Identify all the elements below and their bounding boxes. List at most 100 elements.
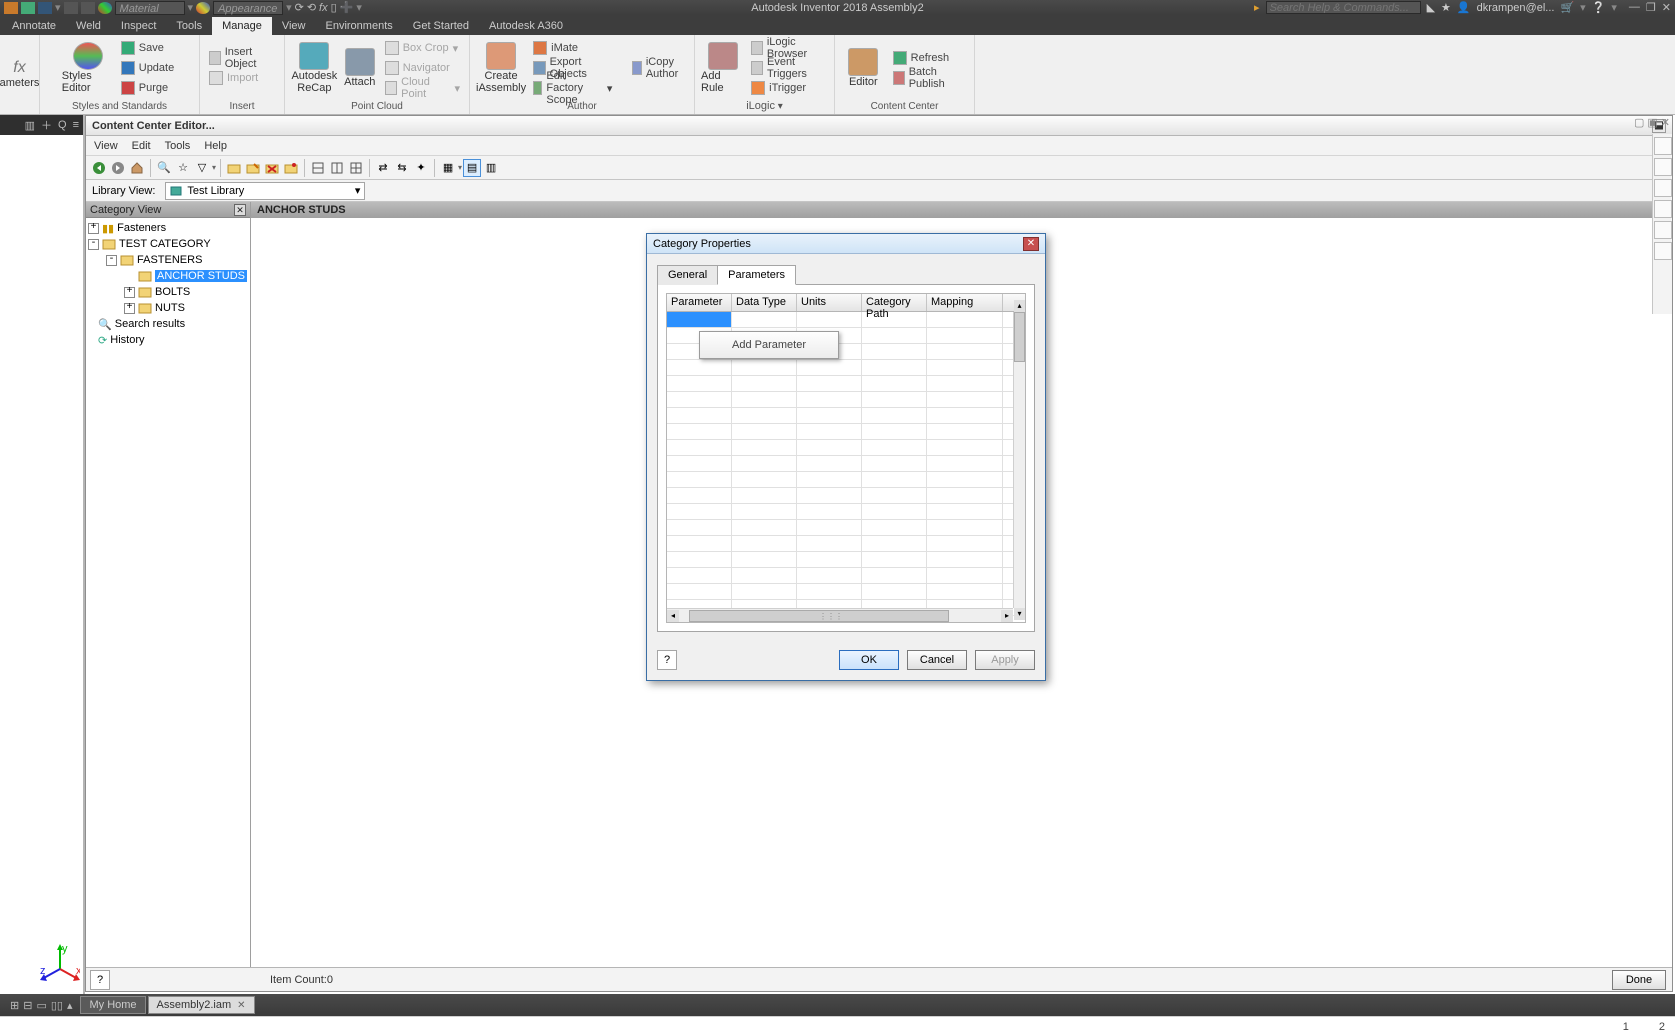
tree-anchor-studs[interactable]: ANCHOR STUDS <box>155 270 247 282</box>
expand-icon[interactable]: + <box>124 287 135 298</box>
expand-icon[interactable]: + <box>88 223 99 234</box>
dialog-close-button[interactable]: ✕ <box>1023 237 1039 251</box>
expand-icon[interactable]: + <box>124 303 135 314</box>
tree-nuts[interactable]: NUTS <box>155 302 185 314</box>
refresh-button[interactable]: Refresh <box>890 49 968 67</box>
fwd-icon[interactable] <box>109 159 127 177</box>
tab-tools[interactable]: Tools <box>166 17 212 35</box>
cce-close-icon[interactable]: ✕ <box>1661 116 1670 129</box>
new-folder-icon[interactable] <box>225 159 243 177</box>
dialog-titlebar[interactable]: Category Properties ✕ <box>647 234 1045 254</box>
styles-editor-button[interactable]: Styles Editor <box>62 38 114 98</box>
tree-fasteners[interactable]: Fasteners <box>117 222 166 234</box>
itrigger-button[interactable]: iTrigger <box>748 79 828 97</box>
col-parameter[interactable]: Parameter ... <box>667 294 732 311</box>
tree-search-results[interactable]: Search results <box>115 318 185 330</box>
parameters-button[interactable]: fxameters <box>2 44 38 104</box>
cc-editor-button[interactable]: Editor <box>841 38 886 98</box>
library-dropdown[interactable]: Test Library ▾ <box>165 182 365 200</box>
browser-menu-icon[interactable]: ≡ <box>73 119 79 131</box>
list-icon[interactable]: ▯▯ <box>51 999 63 1012</box>
tree-fasteners-sub[interactable]: FASTENERS <box>137 254 202 266</box>
tab-assembly2[interactable]: Assembly2.iam✕ <box>148 996 255 1014</box>
family-icon-1[interactable] <box>309 159 327 177</box>
browser-search-icon[interactable]: Q <box>58 119 67 131</box>
ok-button[interactable]: OK <box>839 650 899 670</box>
favorite-icon[interactable]: ☆ <box>174 159 192 177</box>
pan-icon[interactable] <box>1654 179 1672 197</box>
imate-button[interactable]: iMate <box>530 39 615 57</box>
zoom-icon[interactable] <box>1654 200 1672 218</box>
collapse-icon[interactable]: - <box>88 239 99 250</box>
create-iassembly-button[interactable]: Create iAssembly <box>476 38 526 98</box>
cce-dock2-icon[interactable]: ▣ <box>1647 116 1657 129</box>
view-icon-1[interactable]: ▦ <box>439 159 457 177</box>
grid-vscrollbar[interactable]: ▴▾ <box>1013 312 1025 608</box>
cce-menu-tools[interactable]: Tools <box>165 140 191 152</box>
tab-close-icon[interactable]: ✕ <box>237 1000 245 1011</box>
view-icon-2[interactable]: ▤ <box>463 159 481 177</box>
orbit-icon[interactable] <box>1654 221 1672 239</box>
cce-dock-icon[interactable]: ▢ <box>1634 116 1644 129</box>
tab-inspect[interactable]: Inspect <box>111 17 166 35</box>
tab-general[interactable]: General <box>657 265 718 285</box>
back-icon[interactable] <box>90 159 108 177</box>
col-units[interactable]: Units <box>797 294 862 311</box>
collapse-icon[interactable]: - <box>106 255 117 266</box>
category-tree[interactable]: +▮▮ Fasteners -TEST CATEGORY -FASTENERS … <box>86 218 250 967</box>
update-styles-button[interactable]: Update <box>118 59 177 77</box>
cce-menu-view[interactable]: View <box>94 140 118 152</box>
purge-styles-button[interactable]: Purge <box>118 79 177 97</box>
cce-help-button[interactable]: ? <box>90 970 110 990</box>
link-icon-2[interactable]: ⇆ <box>393 159 411 177</box>
col-categorypath[interactable]: Category Path <box>862 294 927 311</box>
tab-a360[interactable]: Autodesk A360 <box>479 17 573 35</box>
up-icon[interactable]: ▴ <box>67 999 73 1012</box>
batch-publish-button[interactable]: Batch Publish <box>890 69 968 87</box>
ilogic-browser-button[interactable]: iLogic Browser <box>748 39 828 57</box>
col-mapping[interactable]: Mapping <box>927 294 1003 311</box>
family-icon-2[interactable] <box>328 159 346 177</box>
props-folder-icon[interactable] <box>282 159 300 177</box>
edit-factory-scope-button[interactable]: Edit Factory Scope ▾ <box>530 79 615 97</box>
cce-menu-help[interactable]: Help <box>204 140 227 152</box>
edit-folder-icon[interactable] <box>244 159 262 177</box>
tab-environments[interactable]: Environments <box>316 17 403 35</box>
cascade-icon[interactable]: ⊟ <box>23 999 32 1012</box>
done-button[interactable]: Done <box>1612 970 1666 990</box>
icopy-author-button[interactable]: iCopy Author <box>629 59 688 77</box>
link-icon-1[interactable]: ⇄ <box>374 159 392 177</box>
tab-getstarted[interactable]: Get Started <box>403 17 479 35</box>
tab-manage[interactable]: Manage <box>212 17 272 35</box>
parameters-grid[interactable]: Parameter ... Data Type Units Category P… <box>666 293 1026 623</box>
category-view-close[interactable]: ✕ <box>234 204 246 216</box>
cce-menu-edit[interactable]: Edit <box>132 140 151 152</box>
save-styles-button[interactable]: Save <box>118 39 177 57</box>
panel-ilogic-label[interactable]: iLogic ▾ <box>695 100 834 114</box>
home-icon[interactable] <box>128 159 146 177</box>
filter-icon[interactable]: ▽ <box>193 159 211 177</box>
tab-myhome[interactable]: My Home <box>80 996 145 1014</box>
family-icon-3[interactable] <box>347 159 365 177</box>
full-nav-icon[interactable] <box>1654 158 1672 176</box>
search-icon[interactable]: 🔍 <box>155 159 173 177</box>
browser-plus-icon[interactable]: ＋ <box>41 117 52 133</box>
tree-testcategory[interactable]: TEST CATEGORY <box>119 238 211 250</box>
tab-annotate[interactable]: Annotate <box>2 17 66 35</box>
delete-folder-icon[interactable] <box>263 159 281 177</box>
tree-history[interactable]: History <box>110 334 144 346</box>
grid-hscrollbar[interactable]: ◂⋮⋮⋮▸ <box>667 608 1013 622</box>
add-rule-button[interactable]: Add Rule <box>701 38 744 98</box>
tile-icon[interactable]: ⊞ <box>10 999 19 1012</box>
browser-assembly-icon[interactable]: ▥ <box>25 119 35 132</box>
viewcube-icon[interactable] <box>1654 137 1672 155</box>
event-triggers-button[interactable]: Event Triggers <box>748 59 828 77</box>
insert-object-button[interactable]: Insert Object <box>206 49 278 67</box>
lookat-icon[interactable] <box>1654 242 1672 260</box>
dialog-help-button[interactable]: ? <box>657 650 677 670</box>
view-icon-3[interactable]: ▥ <box>482 159 500 177</box>
link-icon-3[interactable]: ✦ <box>412 159 430 177</box>
recap-button[interactable]: Autodesk ReCap <box>291 38 338 98</box>
window-icon[interactable]: ▭ <box>36 999 46 1012</box>
cancel-button[interactable]: Cancel <box>907 650 967 670</box>
